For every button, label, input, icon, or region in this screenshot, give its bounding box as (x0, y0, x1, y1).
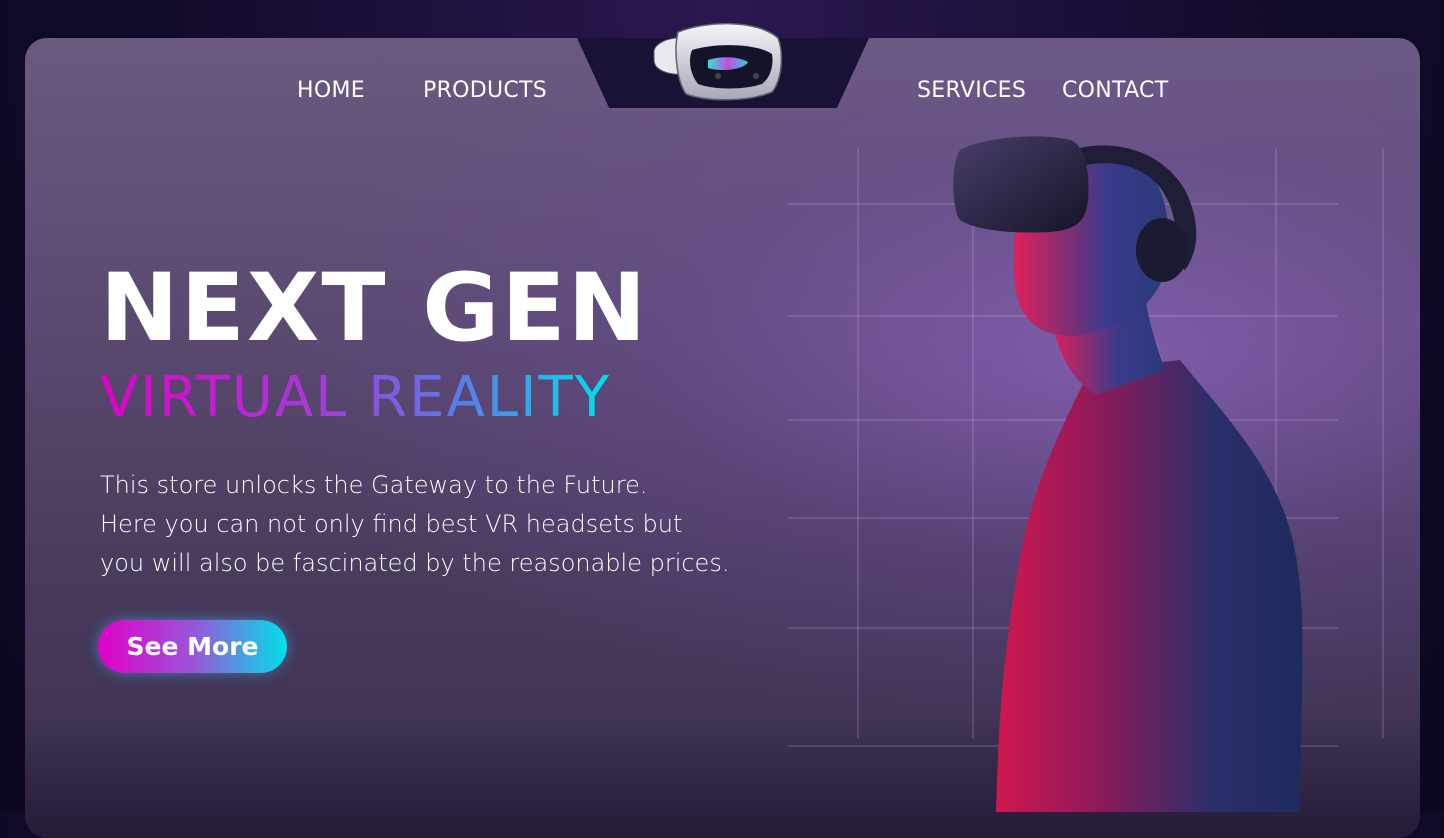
nav-link-services[interactable]: SERVICES (917, 78, 1026, 103)
see-more-button[interactable]: See More (98, 620, 287, 673)
nav-link-products[interactable]: PRODUCTS (423, 78, 547, 103)
hero-description-line: you will also be fascinated by the reaso… (100, 549, 730, 577)
hero-headline: NEXT GEN (100, 254, 649, 363)
hero-image-person (953, 136, 1303, 812)
hero-description-line: This store unlocks the Gateway to the Fu… (100, 471, 648, 499)
nav-link-contact[interactable]: CONTACT (1062, 78, 1168, 103)
hero-description: This store unlocks the Gateway to the Fu… (100, 466, 790, 583)
nav-link-home[interactable]: HOME (297, 78, 365, 103)
hero-subheadline: VIRTUAL REALITY (100, 365, 611, 430)
hero-description-line: Here you can not only find best VR heads… (100, 510, 683, 538)
vr-headset-icon[interactable] (648, 14, 784, 102)
